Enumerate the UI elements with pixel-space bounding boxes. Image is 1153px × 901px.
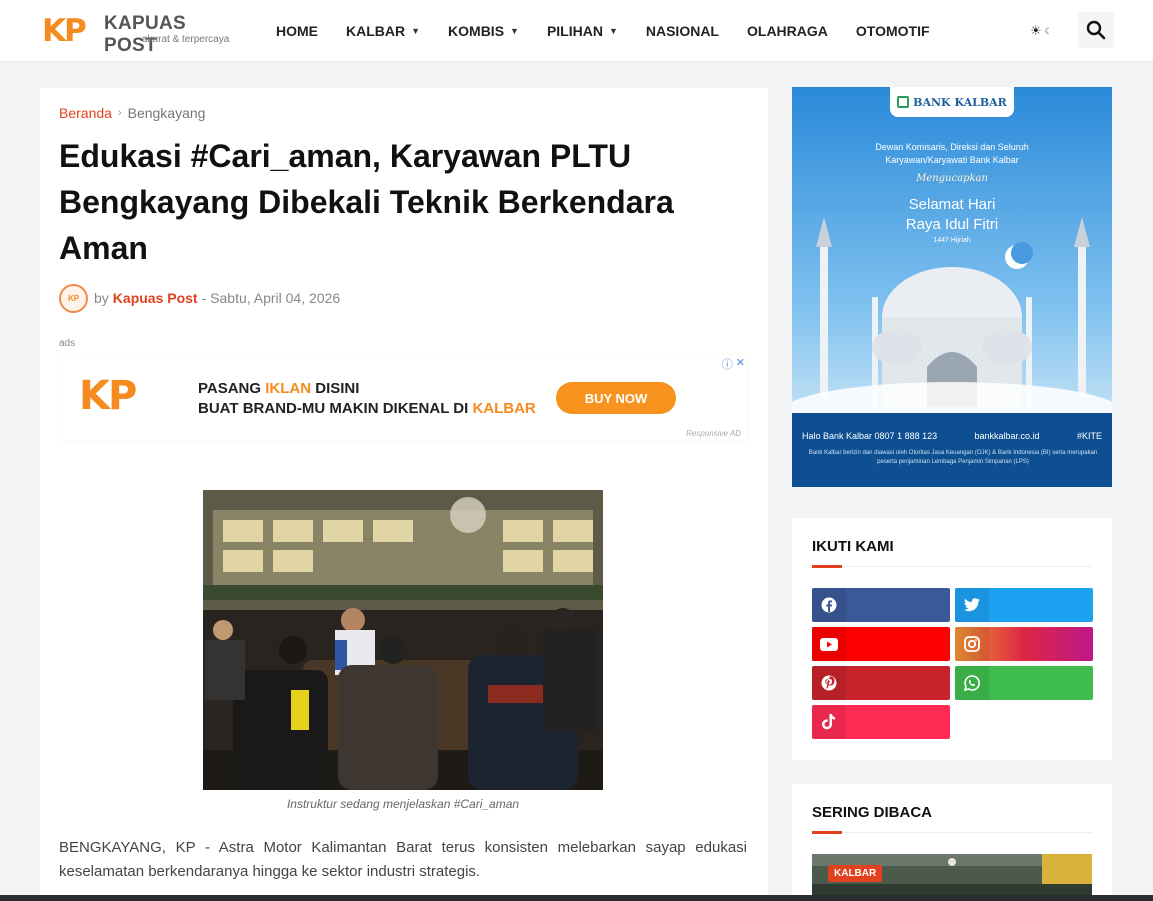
- ad-footer-contacts: Halo Bank Kalbar 0807 1 888 123 bankkalb…: [802, 431, 1102, 441]
- author-avatar[interactable]: KP: [59, 283, 88, 313]
- ad-phone: Halo Bank Kalbar 0807 1 888 123: [802, 431, 938, 441]
- article-photo[interactable]: [203, 490, 603, 790]
- popular-post-thumbnail[interactable]: KALBAR: [812, 854, 1092, 901]
- title-accent: [812, 831, 842, 834]
- site-logo[interactable]: KP KAPUAS POST akurat & terpercaya: [42, 12, 242, 56]
- bank-badge: BANK KALBAR: [890, 87, 1014, 117]
- facebook-button[interactable]: [812, 588, 950, 622]
- nav-kombis[interactable]: KOMBIS ▼: [434, 0, 533, 62]
- article-paragraph: BENGKAYANG, KP - Astra Motor Kalimantan …: [59, 839, 747, 880]
- ad-mengucapkan: Mengucapkan: [916, 173, 988, 184]
- facebook-icon: [812, 588, 846, 622]
- ad-logo: KP: [79, 373, 137, 419]
- article-card: Beranda › Bengkayang Edukasi #Cari_aman,…: [40, 88, 768, 901]
- ad-greeting-line1: Dewan Komisaris, Direksi dan Seluruh: [875, 142, 1029, 152]
- bank-name: BANK KALBAR: [913, 95, 1007, 109]
- whatsapp-icon: [955, 666, 989, 700]
- bank-logo-icon: [897, 96, 910, 108]
- article-title: Edukasi #Cari_aman, Karyawan PLTU Bengka…: [59, 138, 674, 266]
- ad-line2-highlight: KALBAR: [472, 400, 536, 417]
- ads-label: ads: [59, 338, 76, 349]
- chevron-down-icon: ▼: [608, 26, 618, 36]
- instagram-button[interactable]: [955, 627, 1093, 661]
- bottom-bar: [0, 895, 1153, 901]
- popular-widget: SERING DIBACA KALBAR: [792, 784, 1112, 901]
- twitter-icon: [955, 588, 989, 622]
- article-photo-scene: [203, 490, 603, 790]
- nav-label: KALBAR: [346, 23, 406, 39]
- logo-tagline: akurat & terpercaya: [142, 34, 230, 45]
- ad-line1-end: DISINI: [311, 380, 360, 397]
- ad-hashtag: #KITE: [1076, 431, 1102, 441]
- site-header: KP KAPUAS POST akurat & terpercaya HOME …: [0, 0, 1153, 62]
- twitter-button[interactable]: [955, 588, 1093, 622]
- ad-greeting: Dewan Komisaris, Direksi dan Seluruh Kar…: [792, 141, 1112, 167]
- sun-icon: ☀: [1030, 23, 1042, 38]
- nav-home[interactable]: HOME: [262, 0, 332, 62]
- ad-line2: BUAT BRAND-MU MAKIN DIKENAL DI: [198, 400, 473, 417]
- nav-label: OLAHRAGA: [747, 23, 828, 39]
- youtube-icon: [812, 627, 846, 661]
- nav-otomotif[interactable]: OTOMOTIF: [842, 0, 944, 62]
- buy-now-button[interactable]: BUY NOW: [556, 382, 676, 414]
- pinterest-button[interactable]: [812, 666, 950, 700]
- meta-by: by: [94, 290, 109, 306]
- youtube-button[interactable]: [812, 627, 950, 661]
- nav-label: HOME: [276, 23, 318, 39]
- photo-caption: Instruktur sedang menjelaskan #Cari_aman: [286, 797, 520, 811]
- nav-label: NASIONAL: [645, 23, 719, 39]
- nav-label: KOMBIS: [448, 23, 505, 39]
- breadcrumb: Beranda › Bengkayang: [59, 105, 205, 121]
- nav-label: OTOMOTIF: [855, 23, 930, 39]
- publish-date: - Sabtu, April 04, 2026: [201, 290, 341, 306]
- nav-kalbar[interactable]: KALBAR ▼: [332, 0, 434, 62]
- ad-line1: PASANG: [198, 380, 266, 397]
- ad-choices[interactable]: ⓘ ✕: [722, 356, 745, 372]
- sidebar-ad-bank-kalbar[interactable]: BANK KALBAR Dewan Komisaris, Direksi dan…: [792, 87, 1112, 487]
- theme-toggle[interactable]: ☀ ☾: [1030, 20, 1060, 42]
- widget-title: IKUTI KAMI: [812, 538, 894, 555]
- pinterest-icon: [812, 666, 846, 700]
- widget-title: SERING DIBACA: [812, 804, 933, 821]
- info-icon[interactable]: ⓘ: [722, 356, 733, 372]
- ad-greeting-line2: Karyawan/Karyawati Bank Kalbar: [885, 155, 1019, 165]
- divider: [812, 566, 1092, 567]
- nav-nasional[interactable]: NASIONAL: [632, 0, 733, 62]
- search-icon: [1086, 20, 1106, 40]
- title-accent: [812, 565, 842, 568]
- author-link[interactable]: Kapuas Post: [113, 290, 198, 306]
- category-badge[interactable]: KALBAR: [828, 865, 883, 882]
- ad-banner[interactable]: KP PASANG IKLAN DISINI BUAT BRAND-MU MAK…: [59, 354, 747, 440]
- article-meta: KP by Kapuas Post - Sabtu, April 04, 202…: [59, 283, 340, 313]
- divider: [812, 832, 1092, 833]
- tiktok-icon: [812, 705, 846, 739]
- ad-disclaimer: Bank Kalbar berizin dan diawasi oleh Oto…: [808, 450, 1098, 465]
- chevron-down-icon: ▼: [510, 26, 519, 36]
- mosque-illustration: [792, 217, 1112, 427]
- ad-text: PASANG IKLAN DISINI BUAT BRAND-MU MAKIN …: [198, 379, 536, 419]
- nav-label: PILIHAN: [546, 23, 603, 39]
- main-nav: HOME KALBAR ▼ KOMBIS ▼ PILIHAN ▼ NASIONAL O…: [262, 0, 944, 62]
- follow-widget: IKUTI KAMI: [792, 518, 1112, 760]
- whatsapp-button[interactable]: [955, 666, 1093, 700]
- ad-line1-highlight: IKLAN: [265, 380, 312, 397]
- logo-mark: KP: [42, 13, 87, 49]
- chevron-down-icon: ▼: [411, 26, 421, 36]
- instagram-icon: [955, 627, 989, 661]
- search-button[interactable]: [1078, 12, 1114, 48]
- ad-website: bankkalbar.co.id: [974, 431, 1040, 441]
- moon-icon: ☾: [1044, 25, 1053, 36]
- breadcrumb-current[interactable]: Bengkayang: [128, 105, 206, 121]
- nav-pilihan[interactable]: PILIHAN ▼: [533, 0, 632, 62]
- nav-olahraga[interactable]: OLAHRAGA: [733, 0, 842, 62]
- ad-footer: Halo Bank Kalbar 0807 1 888 123 bankkalb…: [792, 413, 1112, 487]
- tiktok-button[interactable]: [812, 705, 950, 739]
- close-icon[interactable]: ✕: [736, 356, 745, 372]
- breadcrumb-separator-icon: ›: [117, 107, 122, 119]
- responsive-ad-label: Responsive AD: [686, 429, 741, 438]
- breadcrumb-home-link[interactable]: Beranda: [59, 105, 112, 121]
